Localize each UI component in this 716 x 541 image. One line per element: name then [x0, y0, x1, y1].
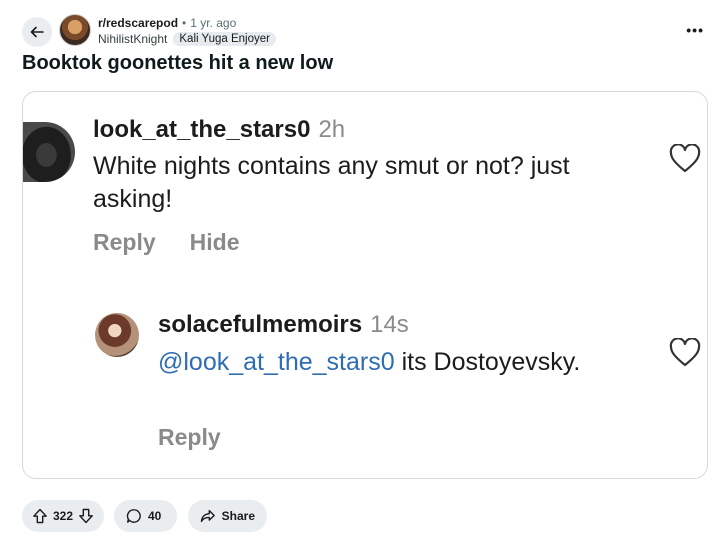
comment-count: 40 — [148, 509, 162, 523]
comment-text: White nights contains any smut or not? j… — [93, 152, 570, 213]
comments-button[interactable]: 40 — [114, 500, 177, 532]
post-time: 1 yr. ago — [190, 16, 237, 30]
subreddit-name[interactable]: r/redscarepod — [98, 16, 178, 30]
reddit-post-view: r/redscarepod • 1 yr. ago NihilistKnight… — [0, 0, 716, 541]
author-line: NihilistKnight Kali Yuga Enjoyer — [98, 32, 276, 46]
share-label: Share — [221, 509, 255, 523]
subreddit-line: r/redscarepod • 1 yr. ago — [98, 16, 236, 30]
back-button[interactable] — [22, 17, 52, 47]
author-username[interactable]: NihilistKnight — [98, 32, 167, 46]
post-title: Booktok goonettes hit a new low — [22, 52, 334, 74]
replier-avatar — [95, 313, 139, 357]
arrow-left-icon — [30, 26, 44, 38]
meta-separator: • — [182, 16, 187, 30]
reply-mention: @look_at_the_stars0 — [158, 348, 395, 376]
post-image[interactable]: look_at_the_stars0 2h White nights conta… — [22, 91, 708, 479]
reply-username: solacefulmemoirs — [158, 311, 363, 338]
commenter-avatar — [23, 122, 75, 182]
comment-hide-label: Hide — [189, 229, 240, 255]
vote-bar: 322 — [22, 500, 104, 532]
comment-time: 2h — [318, 116, 346, 143]
heart-icon — [669, 144, 701, 173]
reply-header: solacefulmemoirs 14s — [158, 311, 409, 339]
reply-time: 14s — [370, 311, 409, 338]
subreddit-avatar[interactable] — [59, 14, 91, 46]
heart-icon — [669, 338, 701, 367]
reply-reply-label: Reply — [158, 424, 221, 450]
comment-reply-label: Reply — [93, 229, 156, 255]
more-options-button[interactable]: ••• — [686, 22, 704, 38]
comment-actions: Reply Hide — [93, 229, 239, 256]
comment-username: look_at_the_stars0 — [93, 116, 311, 143]
share-arrow-icon — [200, 509, 215, 523]
user-flair: Kali Yuga Enjoyer — [173, 32, 276, 46]
reply-body: its Dostoyevsky. — [394, 348, 581, 376]
speech-bubble-icon — [126, 509, 141, 523]
vote-count: 322 — [52, 509, 74, 523]
upvote-arrow-icon[interactable] — [32, 508, 48, 524]
share-button[interactable]: Share — [188, 500, 267, 532]
downvote-arrow-icon[interactable] — [78, 508, 94, 524]
comment-header: look_at_the_stars0 2h — [93, 116, 345, 144]
reply-text: @look_at_the_stars0 its Dostoyevsky. — [158, 346, 658, 379]
